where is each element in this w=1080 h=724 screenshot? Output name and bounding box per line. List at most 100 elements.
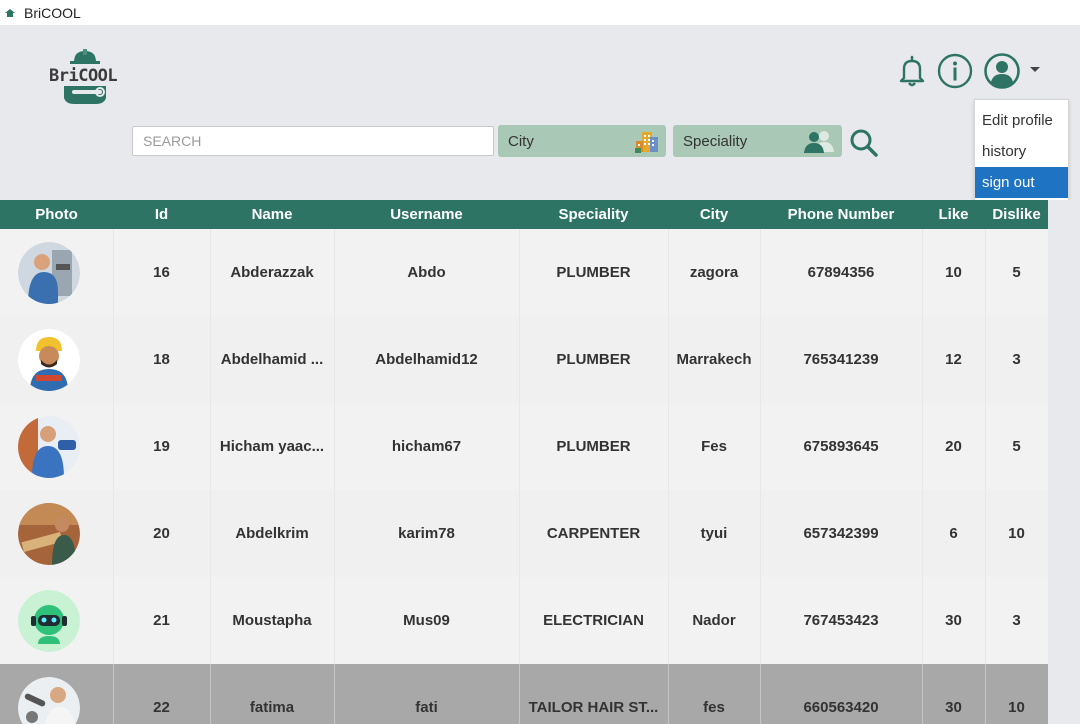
photo-cell <box>0 316 114 403</box>
column-header-city[interactable]: City <box>668 200 760 229</box>
workers-table: Photo Id Name Username Speciality City P… <box>0 200 1048 724</box>
table-header-row: Photo Id Name Username Speciality City P… <box>0 200 1048 229</box>
notifications-button[interactable] <box>895 54 929 88</box>
worker-photo <box>18 502 80 565</box>
id-cell: 19 <box>113 403 211 490</box>
id-cell: 16 <box>113 229 211 316</box>
city-cell: fes <box>668 664 761 724</box>
like-cell: 20 <box>922 403 986 490</box>
speciality-cell: CARPENTER <box>519 490 669 577</box>
column-header-name[interactable]: Name <box>210 200 334 229</box>
phone-cell: 765341239 <box>760 316 923 403</box>
menu-item-sign-out[interactable]: sign out <box>975 167 1068 198</box>
phone-cell: 675893645 <box>760 403 923 490</box>
city-filter-label: City <box>508 132 534 150</box>
table-row[interactable]: 16 Abderazzak Abdo PLUMBER zagora 678943… <box>0 229 1048 316</box>
city-cell: tyui <box>668 490 761 577</box>
worker-photo <box>18 328 80 391</box>
dislike-cell: 3 <box>985 577 1048 664</box>
city-cell: Marrakech <box>668 316 761 403</box>
window-title: BriCOOL <box>24 4 81 21</box>
id-cell: 18 <box>113 316 211 403</box>
column-header-phone[interactable]: Phone Number <box>760 200 922 229</box>
speciality-filter-label: Speciality <box>683 132 748 150</box>
table-row[interactable]: 19 Hicham yaac... hicham67 PLUMBER Fes 6… <box>0 403 1048 490</box>
table-row[interactable]: 20 Abdelkrim karim78 CARPENTER tyui 6573… <box>0 490 1048 577</box>
dislike-cell: 5 <box>985 229 1048 316</box>
caret-down-icon[interactable] <box>1030 67 1040 72</box>
logo-text: BriCOOL <box>49 66 118 86</box>
phone-cell: 67894356 <box>760 229 923 316</box>
city-cell: Nador <box>668 577 761 664</box>
table-scrollbar[interactable] <box>1048 200 1080 724</box>
photo-cell <box>0 229 114 316</box>
app-icon <box>4 6 18 20</box>
worker-photo <box>18 676 80 724</box>
column-header-speciality[interactable]: Speciality <box>519 200 668 229</box>
name-cell: Moustapha <box>210 577 335 664</box>
name-cell: Hicham yaac... <box>210 403 335 490</box>
menu-item-edit-profile[interactable]: Edit profile <box>975 105 1068 136</box>
worker-photo <box>18 415 80 478</box>
speciality-cell: ELECTRICIAN <box>519 577 669 664</box>
photo-cell <box>0 403 114 490</box>
like-cell: 30 <box>922 577 986 664</box>
column-header-photo[interactable]: Photo <box>0 200 113 229</box>
table-row[interactable]: 18 Abdelhamid ... Abdelhamid12 PLUMBER M… <box>0 316 1048 403</box>
name-cell: fatima <box>210 664 335 724</box>
column-header-like[interactable]: Like <box>922 200 985 229</box>
like-cell: 12 <box>922 316 986 403</box>
id-cell: 22 <box>113 664 211 724</box>
people-icon <box>802 128 836 158</box>
dislike-cell: 10 <box>985 664 1048 724</box>
phone-cell: 767453423 <box>760 577 923 664</box>
dislike-cell: 10 <box>985 490 1048 577</box>
name-cell: Abderazzak <box>210 229 335 316</box>
dislike-cell: 5 <box>985 403 1048 490</box>
phone-cell: 657342399 <box>760 490 923 577</box>
like-cell: 30 <box>922 664 986 724</box>
like-cell: 6 <box>922 490 986 577</box>
like-cell: 10 <box>922 229 986 316</box>
worker-photo <box>18 241 80 304</box>
user-avatar-button[interactable] <box>983 52 1021 90</box>
username-cell: Mus09 <box>334 577 520 664</box>
column-header-id[interactable]: Id <box>113 200 210 229</box>
info-icon <box>937 53 973 89</box>
name-cell: Abdelhamid ... <box>210 316 335 403</box>
search-button[interactable] <box>848 127 880 159</box>
username-cell: hicham67 <box>334 403 520 490</box>
username-cell: Abdelhamid12 <box>334 316 520 403</box>
worker-photo <box>18 589 80 652</box>
user-dropdown-menu: Edit profile history sign out <box>974 99 1069 202</box>
column-header-dislike[interactable]: Dislike <box>985 200 1048 229</box>
table-row[interactable]: 22 fatima fati TAILOR HAIR ST... fes 660… <box>0 664 1048 724</box>
bell-icon <box>899 55 925 87</box>
city-cell: Fes <box>668 403 761 490</box>
speciality-filter[interactable]: Speciality <box>673 125 842 157</box>
username-cell: Abdo <box>334 229 520 316</box>
info-button[interactable] <box>937 53 973 89</box>
dislike-cell: 3 <box>985 316 1048 403</box>
speciality-cell: TAILOR HAIR ST... <box>519 664 669 724</box>
speciality-cell: PLUMBER <box>519 403 669 490</box>
speciality-cell: PLUMBER <box>519 316 669 403</box>
city-cell: zagora <box>668 229 761 316</box>
window-titlebar: BriCOOL <box>0 0 1080 25</box>
username-cell: fati <box>334 664 520 724</box>
brand-logo: BriCOOL <box>46 48 124 106</box>
search-icon <box>850 129 878 157</box>
photo-cell <box>0 577 114 664</box>
photo-cell <box>0 490 114 577</box>
table-row[interactable]: 21 Moustapha Mus09 ELECTRICIAN Nador 767… <box>0 577 1048 664</box>
column-header-username[interactable]: Username <box>334 200 519 229</box>
menu-item-history[interactable]: history <box>975 136 1068 167</box>
search-input[interactable] <box>132 126 494 156</box>
username-cell: karim78 <box>334 490 520 577</box>
user-avatar-icon <box>984 53 1020 89</box>
speciality-cell: PLUMBER <box>519 229 669 316</box>
name-cell: Abdelkrim <box>210 490 335 577</box>
city-filter[interactable]: City <box>498 125 666 157</box>
photo-cell <box>0 664 114 724</box>
city-buildings-icon <box>634 128 660 158</box>
